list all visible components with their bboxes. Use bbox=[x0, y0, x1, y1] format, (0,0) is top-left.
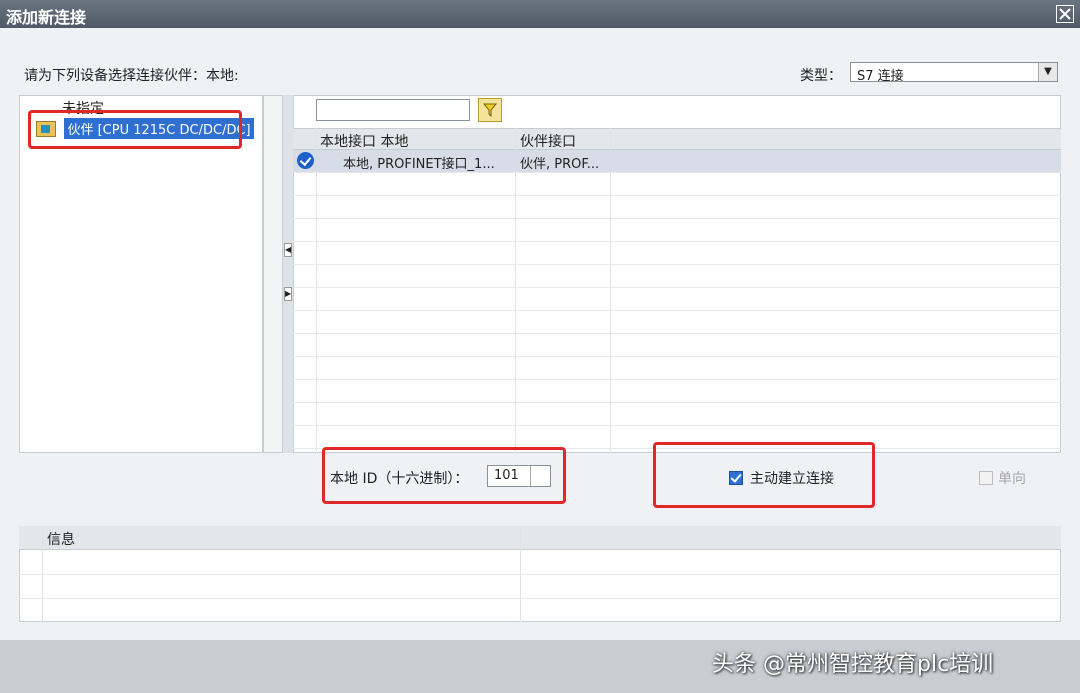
type-select-value: S7 连接 bbox=[857, 69, 904, 84]
device-tree bbox=[19, 95, 263, 453]
filter-icon bbox=[483, 103, 497, 117]
type-select[interactable]: S7 连接 ▼ bbox=[850, 62, 1058, 84]
active-connect-label[interactable]: 主动建立连接 bbox=[750, 468, 834, 488]
column-partner-interface[interactable]: 伙伴接口 bbox=[520, 131, 576, 151]
column-local-interface[interactable]: 本地接口 本地 bbox=[320, 131, 408, 151]
watermark: 头条 @常州智控教育plc培训 bbox=[712, 652, 994, 677]
dialog-title: 添加新连接 bbox=[6, 8, 87, 27]
table-row[interactable] bbox=[293, 426, 1061, 449]
tree-item-partner[interactable]: 伙伴 [CPU 1215C DC/DC/DC] bbox=[36, 118, 254, 140]
table-row[interactable] bbox=[293, 311, 1061, 334]
cell-partner-interface: 伙伴, PROF... bbox=[520, 157, 600, 172]
close-button[interactable] bbox=[1056, 5, 1074, 23]
active-connect-checkbox[interactable] bbox=[729, 471, 743, 485]
one-way-checkbox[interactable] bbox=[979, 471, 993, 485]
cell-local-interface: 本地, PROFINET接口_1... bbox=[343, 157, 495, 172]
check-circle-icon bbox=[297, 152, 314, 169]
device-folder-icon bbox=[36, 120, 56, 137]
local-id-label: 本地 ID（十六进制）： bbox=[330, 471, 469, 487]
field-divider bbox=[530, 466, 531, 486]
filter-input[interactable] bbox=[316, 99, 470, 121]
table-row[interactable] bbox=[293, 219, 1061, 242]
info-row-line bbox=[19, 598, 1061, 599]
table-row[interactable] bbox=[293, 288, 1061, 311]
close-icon bbox=[1059, 8, 1071, 20]
table-row[interactable] bbox=[293, 357, 1061, 380]
filter-button[interactable] bbox=[478, 98, 502, 122]
one-way-label: 单向 bbox=[998, 471, 1026, 487]
table-row[interactable] bbox=[293, 242, 1061, 265]
tree-item-partner-label: 伙伴 [CPU 1215C DC/DC/DC] bbox=[64, 118, 254, 139]
partner-prompt: 请为下列设备选择连接伙伴：本地: bbox=[24, 68, 239, 84]
collapse-left-icon[interactable]: ◀ bbox=[284, 243, 292, 257]
table-row[interactable] bbox=[293, 196, 1061, 219]
add-connection-dialog: 添加新连接 请为下列设备选择连接伙伴：本地: 类型： S7 连接 ▼ 未指定 伙… bbox=[0, 0, 1080, 693]
table-row[interactable] bbox=[293, 380, 1061, 403]
table-row[interactable]: 本地, PROFINET接口_1... 伙伴, PROF... bbox=[293, 150, 1061, 173]
local-id-value: 101 bbox=[494, 468, 519, 483]
tree-scrollbar[interactable] bbox=[263, 95, 283, 453]
chevron-down-icon[interactable]: ▼ bbox=[1038, 63, 1057, 81]
table-row[interactable] bbox=[293, 334, 1061, 357]
info-header: 信息 bbox=[19, 526, 1061, 550]
table-row[interactable] bbox=[293, 403, 1061, 426]
pane-splitter[interactable]: ◀ ▶ bbox=[283, 95, 293, 453]
title-bar: 添加新连接 bbox=[0, 0, 1080, 28]
info-row-line bbox=[19, 574, 1061, 575]
table-row[interactable] bbox=[293, 265, 1061, 288]
local-id-field[interactable]: 101 bbox=[487, 465, 551, 487]
expand-right-icon[interactable]: ▶ bbox=[284, 287, 292, 301]
info-header-label: 信息 bbox=[47, 532, 75, 548]
table-row[interactable] bbox=[293, 173, 1061, 196]
tree-item-unspecified[interactable]: 未指定 bbox=[62, 98, 104, 118]
type-label: 类型： bbox=[800, 68, 842, 84]
grid-header: 本地接口 本地 伙伴接口 bbox=[293, 128, 1061, 150]
